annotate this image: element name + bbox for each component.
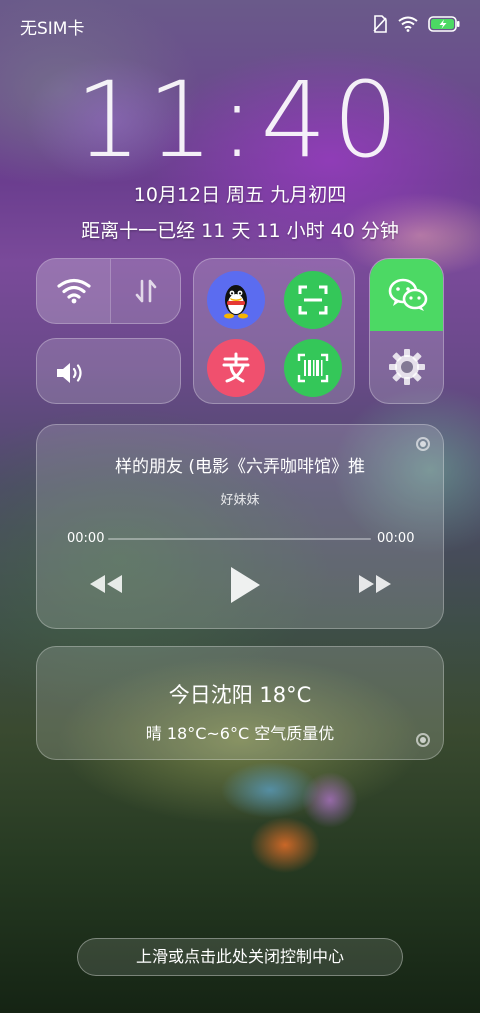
qq-icon[interactable] — [207, 271, 265, 329]
wifi-icon — [57, 278, 91, 308]
mobile-data-toggle[interactable] — [111, 259, 181, 323]
status-bar: 无SIM卡 — [0, 0, 480, 50]
app-shortcuts-panel — [193, 258, 355, 404]
holiday-countdown: 距离十一已经 11 天 11 小时 40 分钟 — [81, 220, 399, 242]
barcode-pay-icon[interactable] — [284, 339, 342, 397]
media-elapsed: 00:00 — [67, 531, 105, 546]
weather-detail: 晴 18°C~6°C 空气质量优 — [145, 724, 335, 743]
lockscreen-date: 10月12日 周五 九月初四 — [133, 184, 347, 206]
previous-track-button[interactable] — [88, 573, 124, 599]
wechat-icon — [388, 277, 428, 317]
sim-off-icon — [372, 15, 388, 38]
media-title: 样的朋友 (电影《六弄咖啡馆》推 — [114, 457, 366, 477]
media-card-indicator — [416, 437, 430, 451]
settings-button[interactable] — [370, 331, 443, 403]
wifi-icon — [398, 16, 418, 37]
carrier-label: 无SIM卡 — [20, 19, 85, 39]
mobile-data-icon — [133, 278, 159, 308]
volume-toggle[interactable] — [36, 338, 181, 404]
play-button[interactable] — [228, 565, 262, 609]
wifi-toggle[interactable] — [37, 259, 110, 323]
media-duration: 00:00 — [377, 531, 415, 546]
weather-title: 今日沈阳 18°C — [168, 683, 312, 707]
scan-icon[interactable] — [284, 271, 342, 329]
media-artist: 好妹妹 — [220, 493, 260, 508]
gear-icon — [388, 348, 426, 390]
media-progress-track[interactable] — [108, 538, 371, 540]
next-track-button[interactable] — [357, 573, 393, 599]
quick-apps-column — [369, 258, 444, 404]
lockscreen-clock: 11:40 — [75, 59, 405, 181]
lock-screen: 无SIM卡 11:40 10月12日 周五 九月初四 距离十一已经 11 天 1… — [0, 0, 480, 1013]
alipay-icon[interactable] — [207, 339, 265, 397]
close-control-center-hint[interactable]: 上滑或点击此处关闭控制中心 — [77, 938, 403, 976]
connectivity-toggles — [36, 258, 181, 324]
volume-icon — [55, 361, 87, 389]
wechat-button[interactable] — [370, 259, 443, 331]
battery-charging-icon — [428, 16, 460, 37]
